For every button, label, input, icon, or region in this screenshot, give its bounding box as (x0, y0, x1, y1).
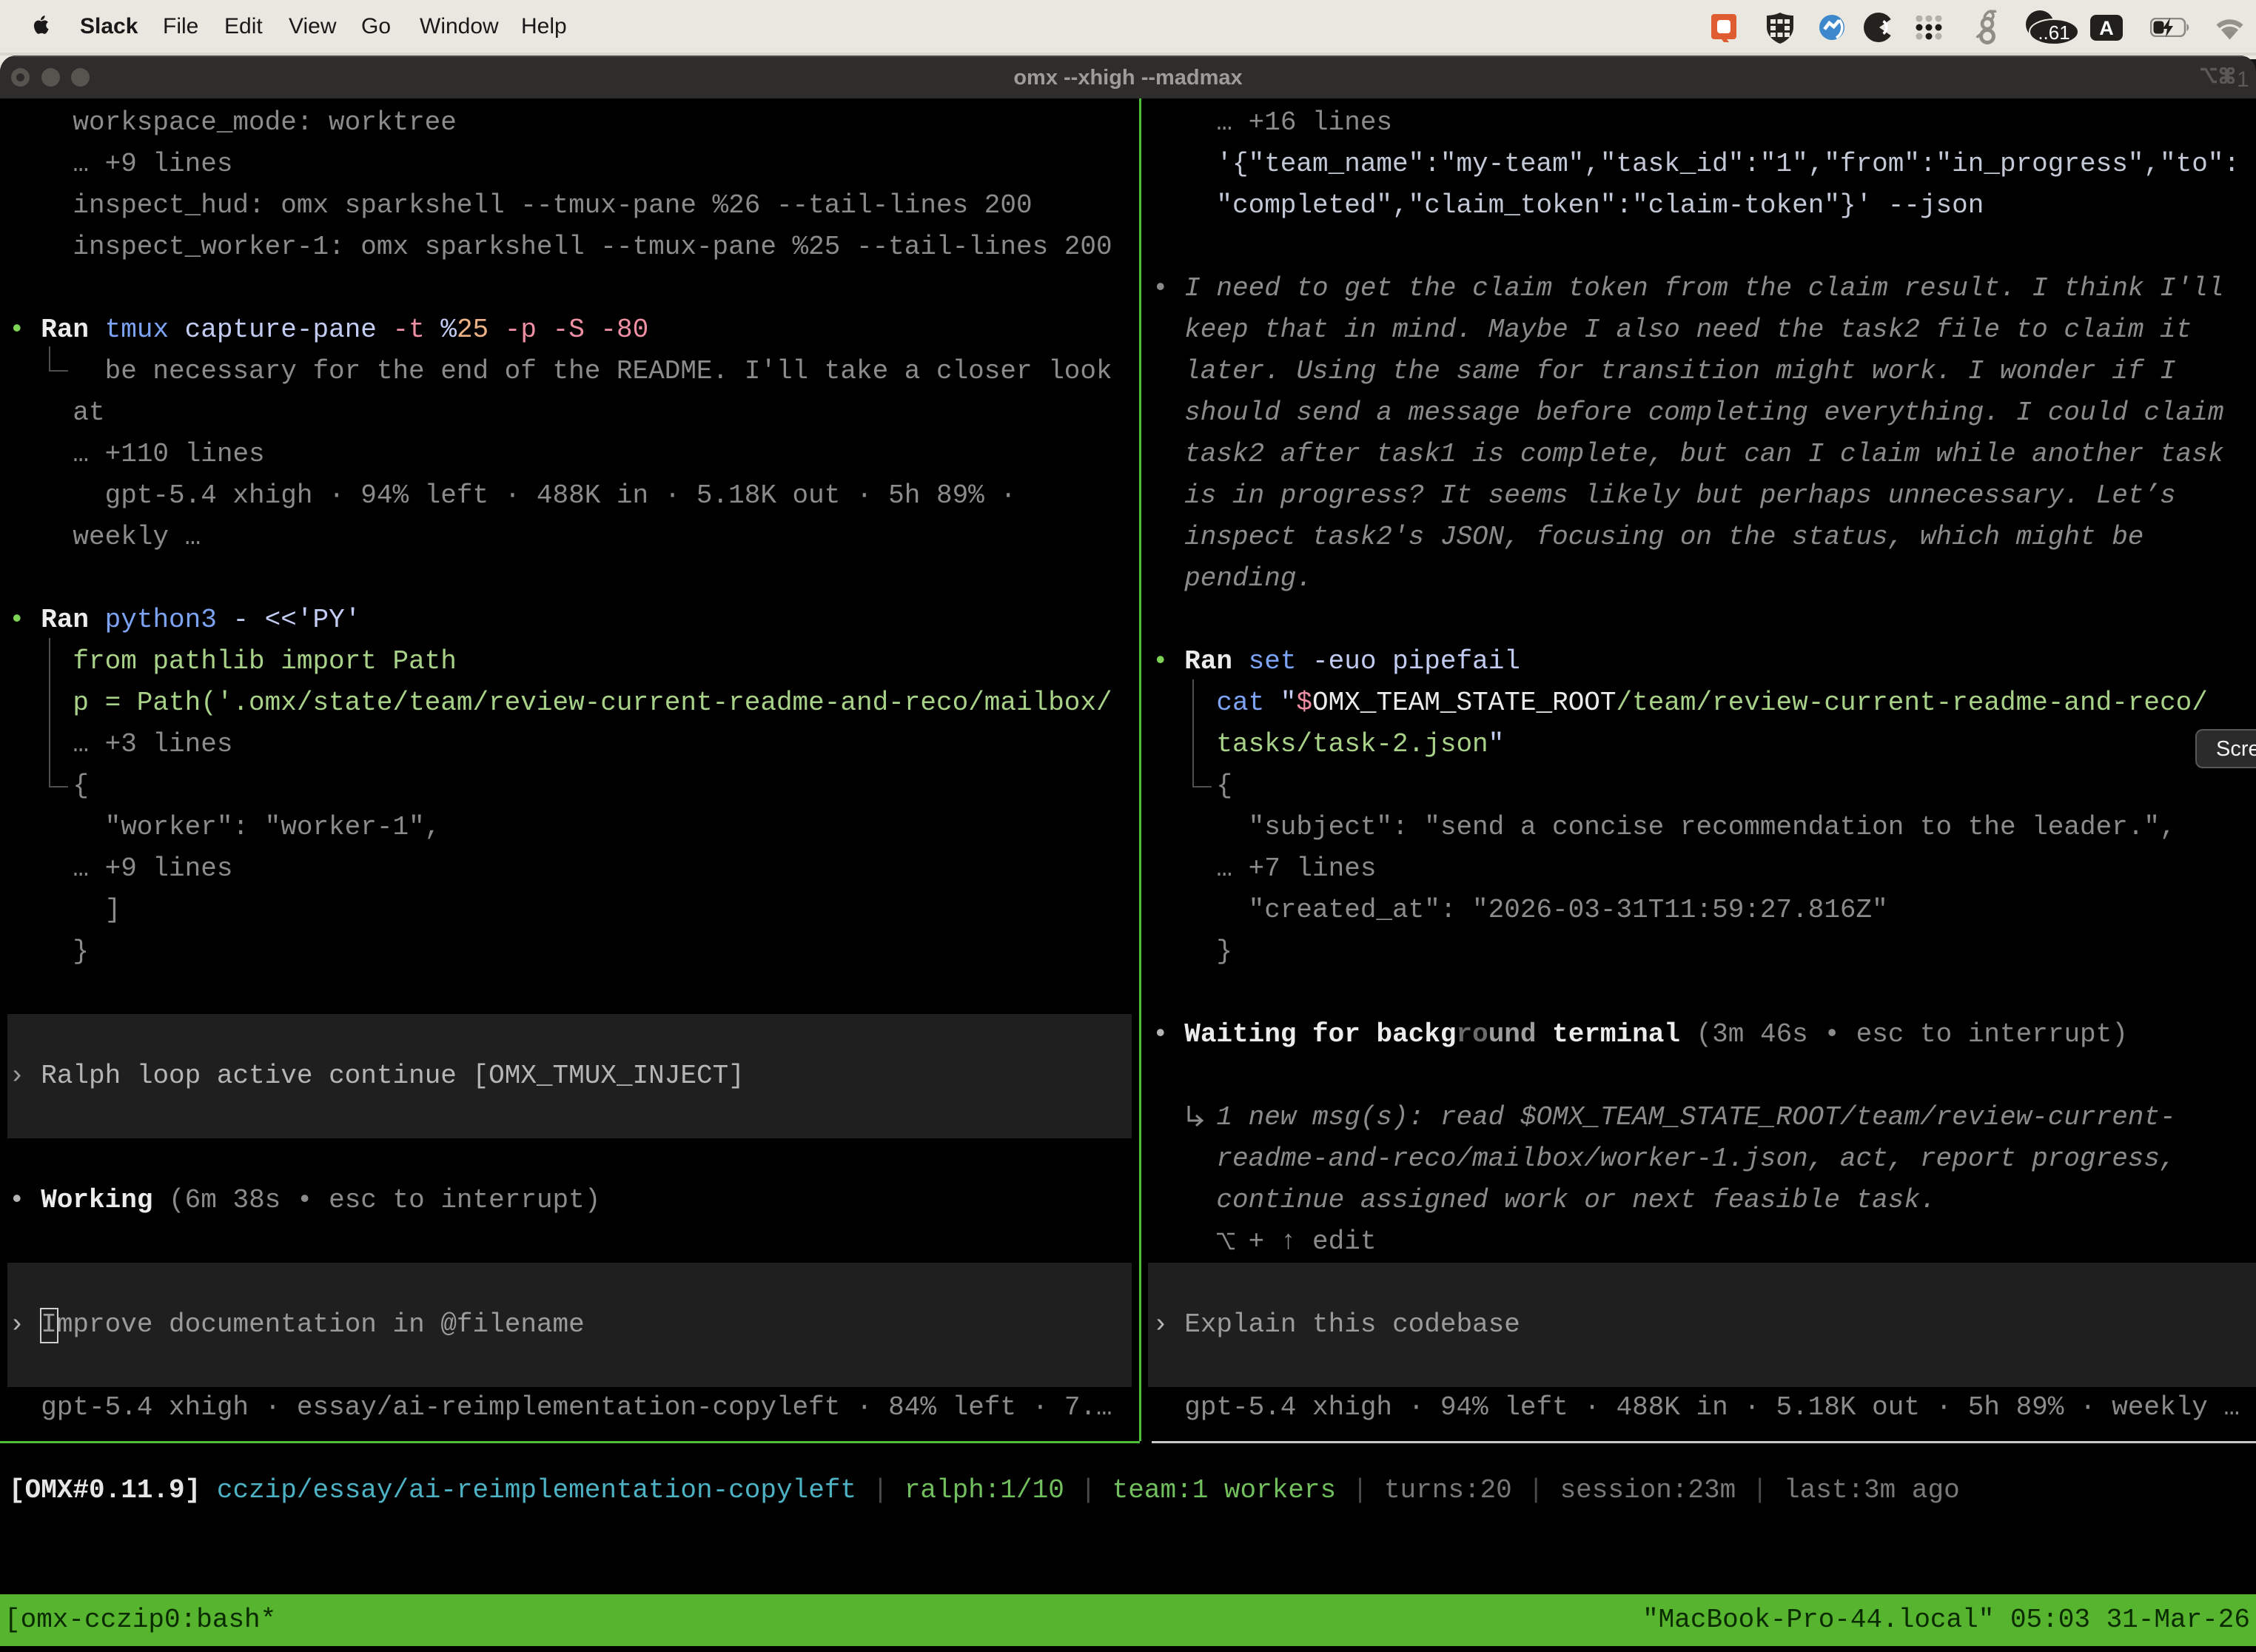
svg-text:A: A (2099, 17, 2114, 39)
svg-text:..61: ..61 (2038, 21, 2069, 44)
